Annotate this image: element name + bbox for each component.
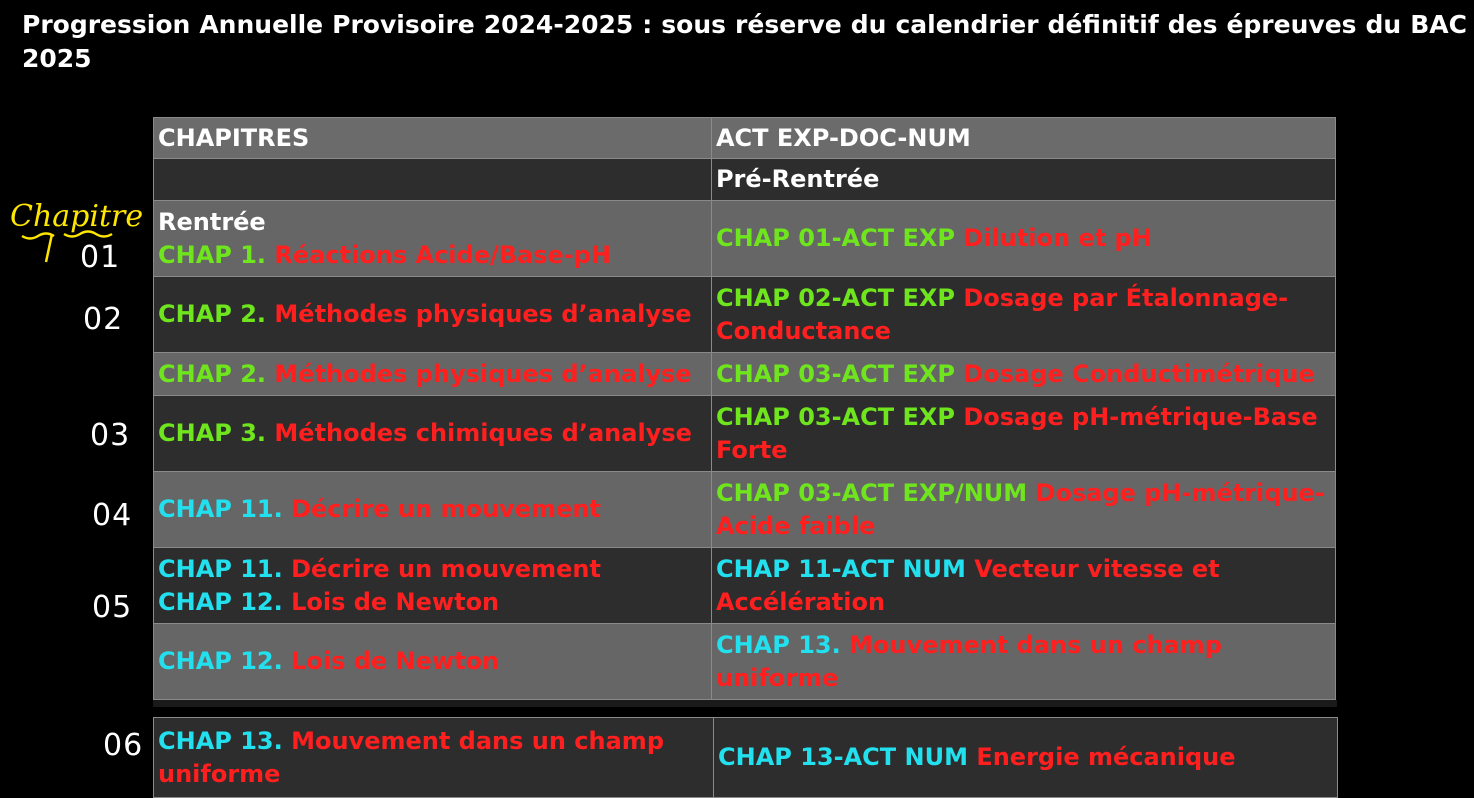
- table-row: CHAP 2. Méthodes physiques d’analyse CHA…: [153, 352, 1337, 396]
- table-row: Rentrée CHAP 1. Réactions Acide/Base-pH …: [153, 200, 1337, 277]
- cell-chapitre: CHAP 11. Décrire un mouvement CHAP 12. L…: [153, 547, 712, 624]
- handwritten-number-04: 04: [92, 498, 133, 533]
- cell-chapitre: CHAP 12. Lois de Newton: [153, 623, 712, 700]
- handwritten-number-03: 03: [90, 418, 131, 453]
- cell-activite: CHAP 03-ACT EXP Dosage pH-métrique-Base …: [710, 395, 1337, 472]
- table-row: CHAP 11. Décrire un mouvement CHAP 12. L…: [153, 547, 1337, 624]
- cell-activite: CHAP 03-ACT EXP/NUM Dosage pH-métrique-A…: [710, 471, 1337, 548]
- cell-activite: CHAP 13. Mouvement dans un champ uniform…: [710, 623, 1337, 700]
- document-title: Progression Annuelle Provisoire 2024-202…: [22, 10, 1467, 73]
- progression-table-continued: CHAP 13. Mouvement dans un champ uniform…: [153, 717, 1338, 798]
- cell-chapitre: Rentrée CHAP 1. Réactions Acide/Base-pH: [153, 200, 712, 277]
- table-row: CHAP 2. Méthodes physiques d’analyse CHA…: [153, 276, 1337, 353]
- cell-chapitre: CHAP 11. Décrire un mouvement: [153, 471, 712, 548]
- progression-table: CHAPITRES ACT EXP-DOC-NUM Pré-Rentrée Re…: [153, 117, 1337, 700]
- cell-activite: CHAP 11-ACT NUM Vecteur vitesse et Accél…: [710, 547, 1337, 624]
- table-row: CHAP 12. Lois de Newton CHAP 13. Mouveme…: [153, 623, 1337, 700]
- cell-chapitre: CHAP 13. Mouvement dans un champ uniform…: [153, 717, 714, 798]
- cell-activite: Pré-Rentrée: [710, 158, 1337, 201]
- table-separator: [153, 700, 1337, 707]
- cell-chapitre: CHAP 3. Méthodes chimiques d’analyse: [153, 395, 712, 472]
- cell-activite: CHAP 02-ACT EXP Dosage par Étalonnage-Co…: [710, 276, 1337, 353]
- cell-chapitre: [153, 158, 712, 201]
- cell-activite: CHAP 01-ACT EXP Dilution et pH: [710, 200, 1337, 277]
- handwritten-number-05: 05: [92, 590, 133, 625]
- cell-activite: CHAP 03-ACT EXP Dosage Conductimétrique: [710, 352, 1337, 396]
- header-chapitres: CHAPITRES: [153, 117, 712, 159]
- chapitre-text: Chapitre: [10, 199, 143, 234]
- table-row: CHAP 11. Décrire un mouvement CHAP 03-AC…: [153, 471, 1337, 548]
- table-row: Pré-Rentrée: [153, 158, 1337, 201]
- cell-activite: CHAP 13-ACT NUM Energie mécanique: [713, 717, 1338, 798]
- handwritten-number-01: 01: [80, 240, 121, 275]
- cell-chapitre: CHAP 2. Méthodes physiques d’analyse: [153, 276, 712, 353]
- table-row: CHAP 3. Méthodes chimiques d’analyse CHA…: [153, 395, 1337, 472]
- handwritten-number-06: 06: [103, 728, 144, 763]
- cell-chapitre: CHAP 2. Méthodes physiques d’analyse: [153, 352, 712, 396]
- handwritten-number-02: 02: [83, 302, 124, 337]
- table-row: CHAP 13. Mouvement dans un champ uniform…: [153, 717, 1338, 798]
- header-act-exp: ACT EXP-DOC-NUM: [710, 117, 1337, 159]
- table-header-row: CHAPITRES ACT EXP-DOC-NUM: [153, 117, 1337, 159]
